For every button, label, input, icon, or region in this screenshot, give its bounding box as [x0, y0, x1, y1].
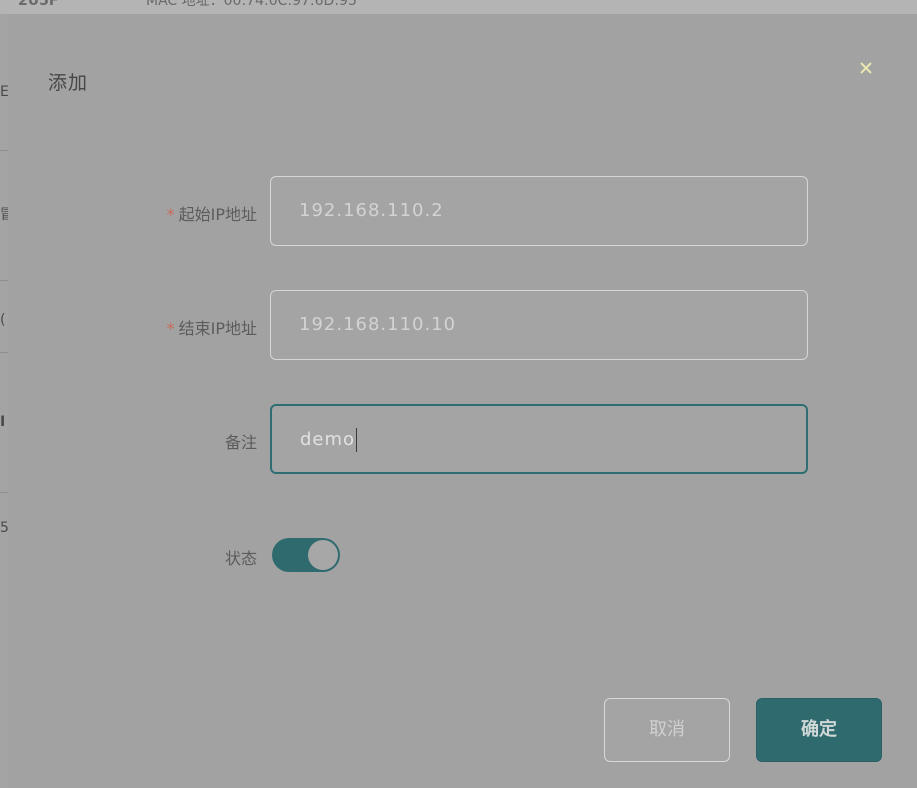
status-toggle[interactable] — [272, 538, 340, 572]
background-edge-text: ( — [0, 312, 6, 328]
remark-input[interactable]: demo — [270, 404, 808, 474]
confirm-button[interactable]: 确定 — [756, 698, 882, 762]
dialog-title: 添加 — [48, 72, 89, 94]
end-ip-input[interactable]: 192.168.110.10 — [270, 290, 808, 360]
add-dialog: 添加 * 起始IP地址 192.168.110.2 * 结束IP地址 192.168… — [8, 14, 917, 788]
start-ip-label: * 起始IP地址 — [167, 201, 257, 225]
background-edge-text: 5 — [0, 520, 8, 536]
toggle-knob — [308, 540, 338, 570]
remark-value: demo — [300, 429, 356, 450]
end-ip-label: * 结束IP地址 — [167, 315, 257, 339]
end-ip-value: 192.168.110.10 — [299, 314, 457, 335]
start-ip-input[interactable]: 192.168.110.2 — [270, 176, 808, 246]
start-ip-value: 192.168.110.2 — [299, 200, 444, 221]
start-ip-label-text: 起始IP地址 — [178, 205, 257, 224]
end-ip-label-text: 结束IP地址 — [178, 319, 257, 338]
close-icon[interactable] — [856, 58, 876, 78]
background-device-name: 2U5F — [18, 0, 59, 9]
cancel-button[interactable]: 取消 — [604, 698, 730, 762]
text-caret — [356, 428, 358, 452]
background-edge-text: 冒 — [0, 207, 8, 223]
remark-label: 备注 — [224, 433, 257, 452]
status-label: 状态 — [224, 549, 257, 568]
required-mark: * — [166, 319, 175, 338]
background-mac-address: MAC 地址：00:74:0C:97:6D:95 — [146, 0, 357, 9]
background-header: 2U5F MAC 地址：00:74:0C:97:6D:95 — [0, 0, 917, 14]
background-edge-text: I — [0, 414, 6, 430]
required-mark: * — [166, 205, 175, 224]
close-icon[interactable] — [856, 58, 876, 78]
background-edge-text: E — [0, 84, 8, 100]
